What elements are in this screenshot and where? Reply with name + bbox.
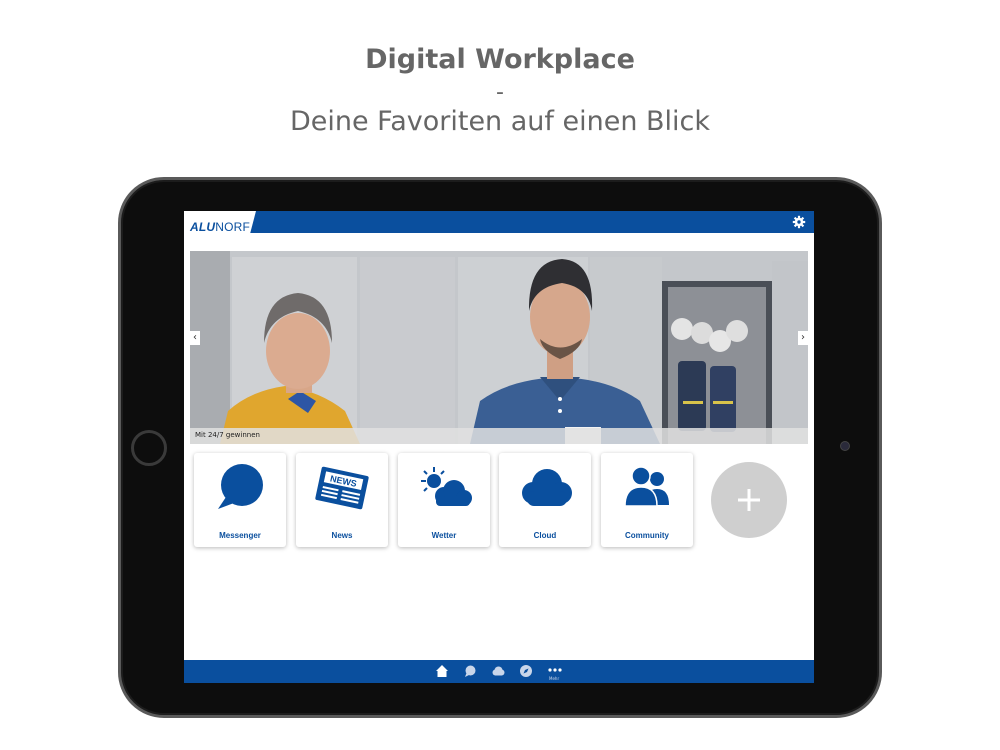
- home-icon[interactable]: [435, 664, 449, 678]
- tile-label: Wetter: [431, 531, 457, 540]
- tablet-home-button[interactable]: [131, 430, 167, 466]
- tile-cloud[interactable]: Cloud: [499, 453, 591, 547]
- more-label: Mehr: [549, 676, 560, 681]
- tile-news[interactable]: NEWS News: [296, 453, 388, 547]
- add-favorite-button[interactable]: [711, 462, 787, 538]
- page-title: Digital Workplace: [365, 44, 635, 75]
- gear-icon[interactable]: [792, 215, 806, 229]
- weather-icon: [421, 467, 472, 506]
- tile-community[interactable]: Community: [601, 453, 693, 547]
- title-separator: -: [496, 80, 504, 105]
- tile-label: News: [331, 531, 353, 540]
- compass-icon[interactable]: [519, 664, 533, 678]
- slider-prev-button[interactable]: ‹: [190, 331, 200, 345]
- cloud-icon[interactable]: [491, 664, 505, 678]
- slider-caption: Mit 24/7 gewinnen: [190, 428, 808, 444]
- plus-icon: [738, 489, 760, 511]
- chevron-right-icon: ›: [801, 332, 805, 343]
- tile-messenger[interactable]: Messenger: [194, 453, 286, 547]
- more-icon[interactable]: [548, 663, 562, 677]
- news-slider[interactable]: ‹ › Mit 24/7 gewinnen: [190, 251, 808, 444]
- page-subtitle: Deine Favoriten auf einen Blick: [289, 106, 711, 137]
- app-logo: ALUNORF: [190, 220, 251, 234]
- tile-label: Messenger: [219, 531, 261, 540]
- people-icon: [624, 466, 669, 507]
- tile-wetter[interactable]: Wetter: [398, 453, 490, 547]
- logo-container[interactable]: ALUNORF: [184, 211, 256, 244]
- tablet-camera: [840, 441, 850, 451]
- slider-photo: [190, 251, 808, 444]
- tile-label: Cloud: [533, 531, 557, 540]
- app-screen: ALUNORF ‹ › Mit 24/7 gewinnen Messenger …: [184, 211, 814, 683]
- chat-icon[interactable]: [463, 664, 477, 678]
- bottom-nav-bar: Mehr: [184, 660, 814, 683]
- app-top-bar: [184, 211, 814, 233]
- slider-next-button[interactable]: ›: [798, 331, 808, 345]
- newspaper-icon: NEWS: [315, 466, 369, 510]
- chat-bubble-icon: [218, 464, 263, 509]
- cloud-icon: [522, 469, 572, 506]
- tile-label: Community: [625, 531, 669, 540]
- chevron-left-icon: ‹: [193, 332, 197, 343]
